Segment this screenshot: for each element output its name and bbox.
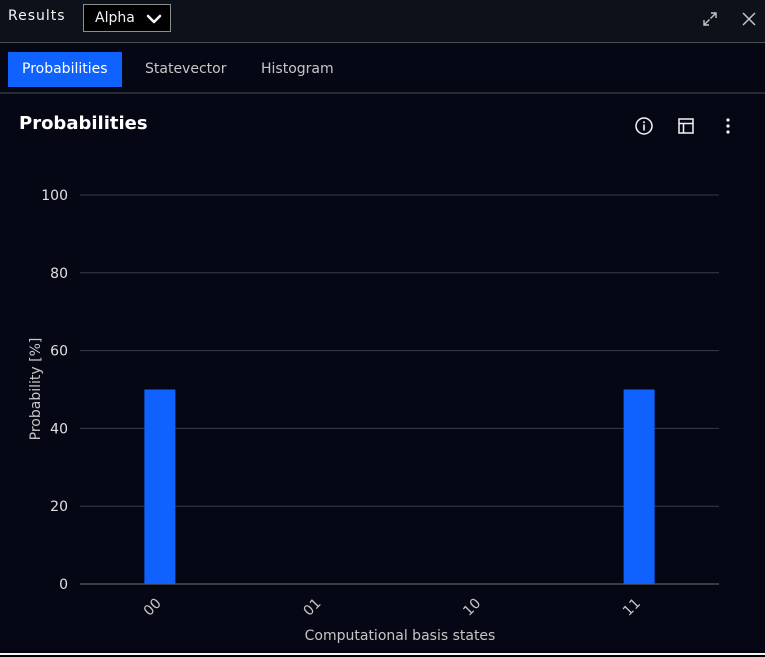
y-tick-label: 60 <box>50 344 68 360</box>
y-tick-label: 0 <box>59 577 68 593</box>
probabilities-bar-chart: 0 20 40 60 80 100 00 01 10 11 Computational basi… <box>28 188 719 644</box>
x-axis-label: Computational basis states <box>305 628 496 644</box>
results-panel: Results Alpha Probabilities Statevector … <box>0 0 765 655</box>
y-axis-label: Probability [%] <box>28 338 44 441</box>
y-tick-label: 40 <box>50 421 68 437</box>
y-tick-label: 100 <box>41 188 68 204</box>
bar-11[interactable] <box>623 389 655 585</box>
x-tick-label: 01 <box>301 596 325 620</box>
y-tick-label: 20 <box>50 499 68 515</box>
bar-00[interactable] <box>144 389 176 585</box>
x-tick-label: 10 <box>460 596 484 620</box>
x-tick-label: 00 <box>141 596 165 620</box>
x-tick-label: 11 <box>620 596 644 620</box>
y-tick-label: 80 <box>50 266 68 282</box>
